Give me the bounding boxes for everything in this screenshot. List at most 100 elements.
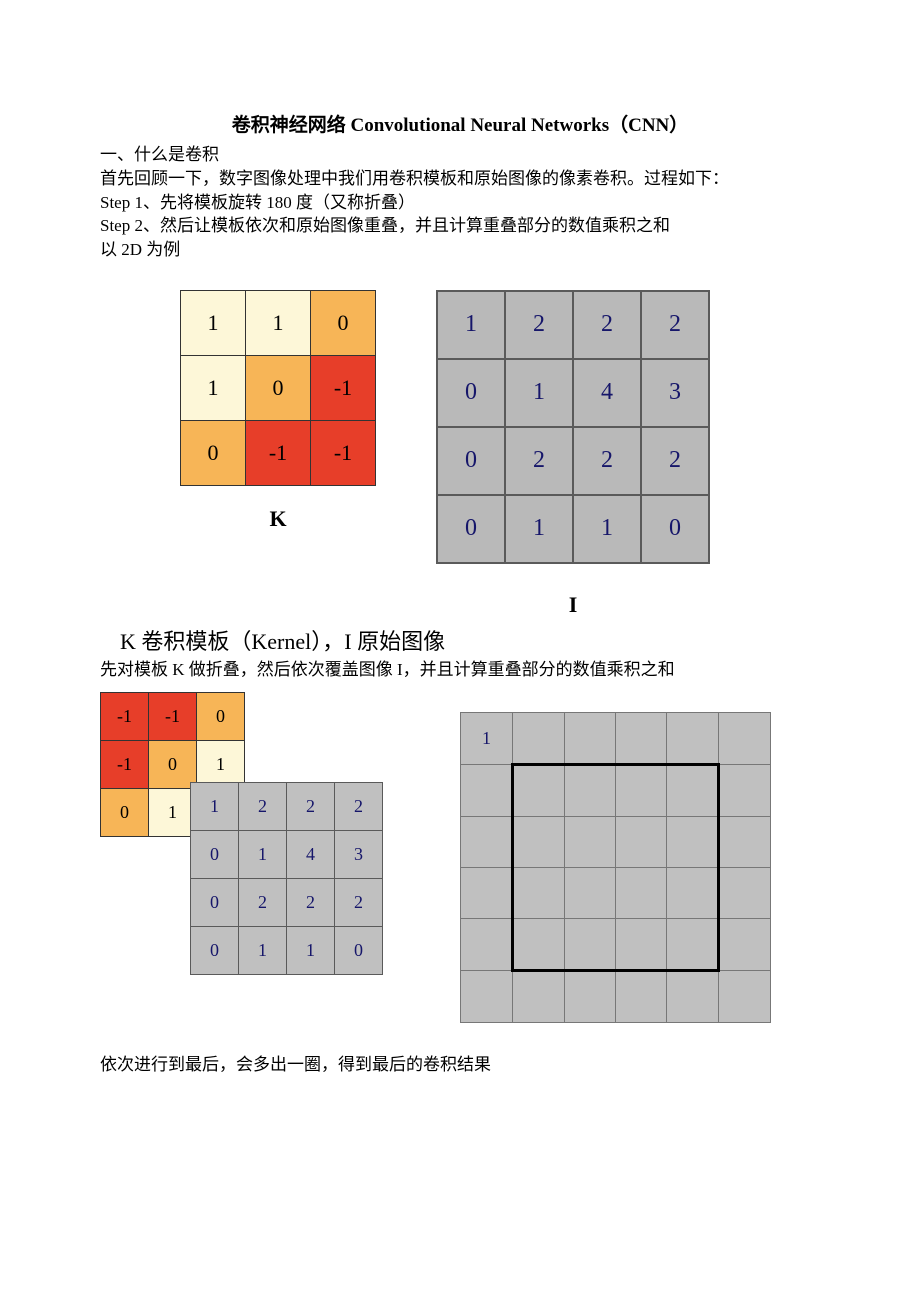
image-cell: 1 bbox=[505, 495, 573, 563]
kernel-column: 11010-10-1-1 K bbox=[180, 290, 376, 532]
image-cell: 0 bbox=[437, 359, 505, 427]
result-cell bbox=[616, 764, 667, 816]
image-small-cell: 2 bbox=[287, 782, 335, 830]
result-cell bbox=[565, 764, 616, 816]
p2: 首先回顾一下，数字图像处理中我们用卷积模板和原始图像的像素卷积。过程如下： bbox=[100, 167, 820, 191]
image-label: I bbox=[436, 592, 710, 618]
result-cell bbox=[461, 970, 513, 1022]
image-small-cell: 2 bbox=[335, 878, 383, 926]
result-cell bbox=[565, 712, 616, 764]
result-cell bbox=[667, 712, 719, 764]
image-small-cell: 2 bbox=[239, 878, 287, 926]
result-wrap: 1 bbox=[460, 712, 771, 1023]
result-cell bbox=[616, 867, 667, 918]
image-cell: 0 bbox=[641, 495, 709, 563]
result-cell bbox=[719, 816, 771, 867]
image-column: 1222014302220110 I bbox=[436, 290, 710, 618]
overlap-row: -1-10-101011 1222014302220110 1 bbox=[100, 692, 820, 1023]
result-cell bbox=[667, 970, 719, 1022]
image-cell: 2 bbox=[573, 291, 641, 359]
image-cell: 0 bbox=[437, 495, 505, 563]
result-cell bbox=[461, 764, 513, 816]
result-cell bbox=[565, 970, 616, 1022]
result-cell bbox=[513, 712, 565, 764]
page: 卷积神经网络 Convolutional Neural Networks（CNN… bbox=[0, 0, 920, 1117]
result-cell bbox=[719, 970, 771, 1022]
image-small-cell: 2 bbox=[287, 878, 335, 926]
kernel-image-desc: K 卷积模板（Kernel），I 原始图像 bbox=[120, 624, 820, 656]
image-cell: 2 bbox=[641, 427, 709, 495]
p5: 以 2D 为例 bbox=[100, 238, 820, 262]
image-small-cell: 1 bbox=[239, 830, 287, 878]
kernel-label: K bbox=[180, 506, 376, 532]
image-cell: 1 bbox=[505, 359, 573, 427]
kernel-cell: -1 bbox=[311, 420, 376, 485]
kernel-cell: 1 bbox=[181, 290, 246, 355]
result-cell bbox=[461, 816, 513, 867]
image-small-cell: 0 bbox=[335, 926, 383, 974]
result-cell bbox=[719, 918, 771, 970]
image-cell: 2 bbox=[505, 427, 573, 495]
image-small-cell: 4 bbox=[287, 830, 335, 878]
result-cell bbox=[667, 816, 719, 867]
result-cell bbox=[461, 867, 513, 918]
image-cell: 1 bbox=[573, 495, 641, 563]
result-cell bbox=[565, 918, 616, 970]
p7: 依次进行到最后，会多出一圈，得到最后的卷积结果 bbox=[100, 1053, 820, 1077]
kernel-cell: 0 bbox=[311, 290, 376, 355]
image-cell: 2 bbox=[573, 427, 641, 495]
image-small-cell: 0 bbox=[191, 878, 239, 926]
image-small-cell: 0 bbox=[191, 926, 239, 974]
result-cell bbox=[667, 867, 719, 918]
title: 卷积神经网络 Convolutional Neural Networks（CNN… bbox=[100, 110, 820, 137]
p1: 一、什么是卷积 bbox=[100, 143, 820, 167]
image-cell: 2 bbox=[641, 291, 709, 359]
result-cell bbox=[719, 712, 771, 764]
result-cell: 1 bbox=[461, 712, 513, 764]
kernel-flip-cell: -1 bbox=[149, 692, 197, 740]
p6: 先对模板 K 做折叠，然后依次覆盖图像 I，并且计算重叠部分的数值乘积之和 bbox=[100, 658, 820, 682]
result-cell bbox=[616, 970, 667, 1022]
result-cell bbox=[667, 764, 719, 816]
image-cell: 1 bbox=[437, 291, 505, 359]
kernel-cell: -1 bbox=[311, 355, 376, 420]
kernel-cell: 0 bbox=[246, 355, 311, 420]
result-cell bbox=[513, 970, 565, 1022]
image-cell: 4 bbox=[573, 359, 641, 427]
image-small-cell: 1 bbox=[191, 782, 239, 830]
result-cell bbox=[667, 918, 719, 970]
p4: Step 2、然后让模板依次和原始图像重叠，并且计算重叠部分的数值乘积之和 bbox=[100, 214, 820, 238]
result-cell bbox=[513, 918, 565, 970]
image-small-cell: 0 bbox=[191, 830, 239, 878]
result-cell bbox=[616, 816, 667, 867]
kernel-flip-cell: 0 bbox=[197, 692, 245, 740]
kernel-cell: 1 bbox=[181, 355, 246, 420]
result-matrix: 1 bbox=[460, 712, 771, 1023]
kernel-cell: -1 bbox=[246, 420, 311, 485]
image-cell: 3 bbox=[641, 359, 709, 427]
image-small-cell: 3 bbox=[335, 830, 383, 878]
kernel-flip-cell: 0 bbox=[101, 788, 149, 836]
result-cell bbox=[565, 867, 616, 918]
kernel-image-row: 11010-10-1-1 K 1222014302220110 I bbox=[100, 290, 820, 618]
result-cell bbox=[565, 816, 616, 867]
image-small-cell: 1 bbox=[239, 926, 287, 974]
result-cell bbox=[513, 816, 565, 867]
image-small-cell: 2 bbox=[239, 782, 287, 830]
kernel-flip-cell: -1 bbox=[101, 740, 149, 788]
result-cell bbox=[616, 712, 667, 764]
image-small-cell: 1 bbox=[287, 926, 335, 974]
result-cell bbox=[719, 867, 771, 918]
result-cell bbox=[719, 764, 771, 816]
kernel-cell: 0 bbox=[181, 420, 246, 485]
p3: Step 1、先将模板旋转 180 度（又称折叠） bbox=[100, 191, 820, 215]
image-cell: 0 bbox=[437, 427, 505, 495]
result-cell bbox=[513, 764, 565, 816]
result-cell bbox=[513, 867, 565, 918]
image-small-cell: 2 bbox=[335, 782, 383, 830]
image-cell: 2 bbox=[505, 291, 573, 359]
kernel-matrix: 11010-10-1-1 bbox=[180, 290, 376, 486]
image-matrix: 1222014302220110 bbox=[436, 290, 710, 564]
kernel-cell: 1 bbox=[246, 290, 311, 355]
result-cell bbox=[461, 918, 513, 970]
